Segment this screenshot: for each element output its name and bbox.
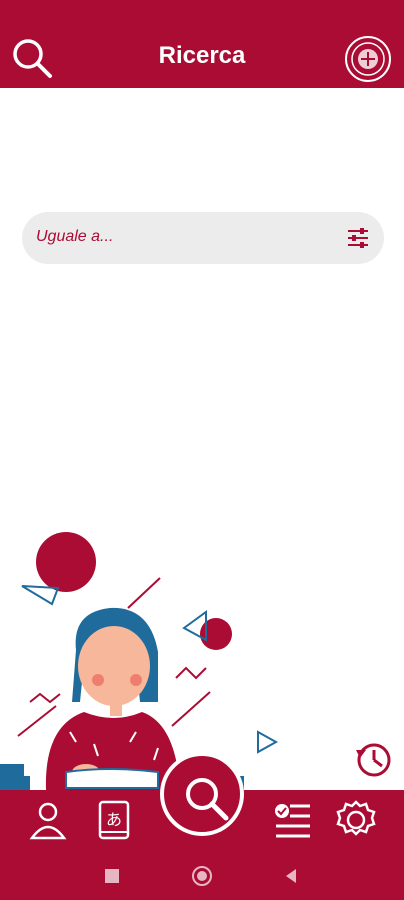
search-fab-button[interactable] — [160, 752, 244, 836]
history-icon[interactable] — [352, 738, 394, 780]
reading-girl-illustration — [0, 532, 279, 790]
checklist-icon[interactable] — [270, 798, 314, 842]
back-triangle-icon[interactable] — [282, 866, 302, 886]
home-circle-icon[interactable] — [192, 866, 212, 886]
svg-text:あ: あ — [106, 810, 122, 829]
filter-sliders-icon[interactable] — [346, 226, 370, 250]
gear-icon[interactable] — [334, 798, 378, 842]
recents-square-icon[interactable] — [102, 866, 122, 886]
app-bar: Ricerca — [0, 0, 404, 88]
system-navigation-bar — [0, 850, 404, 900]
dictionary-icon[interactable]: あ — [92, 798, 136, 842]
search-icon — [186, 778, 229, 821]
university-seal-logo — [344, 35, 392, 83]
profile-icon[interactable] — [26, 798, 70, 842]
search-placeholder: Uguale a... — [36, 228, 114, 245]
search-field[interactable]: Uguale a... — [22, 212, 384, 264]
